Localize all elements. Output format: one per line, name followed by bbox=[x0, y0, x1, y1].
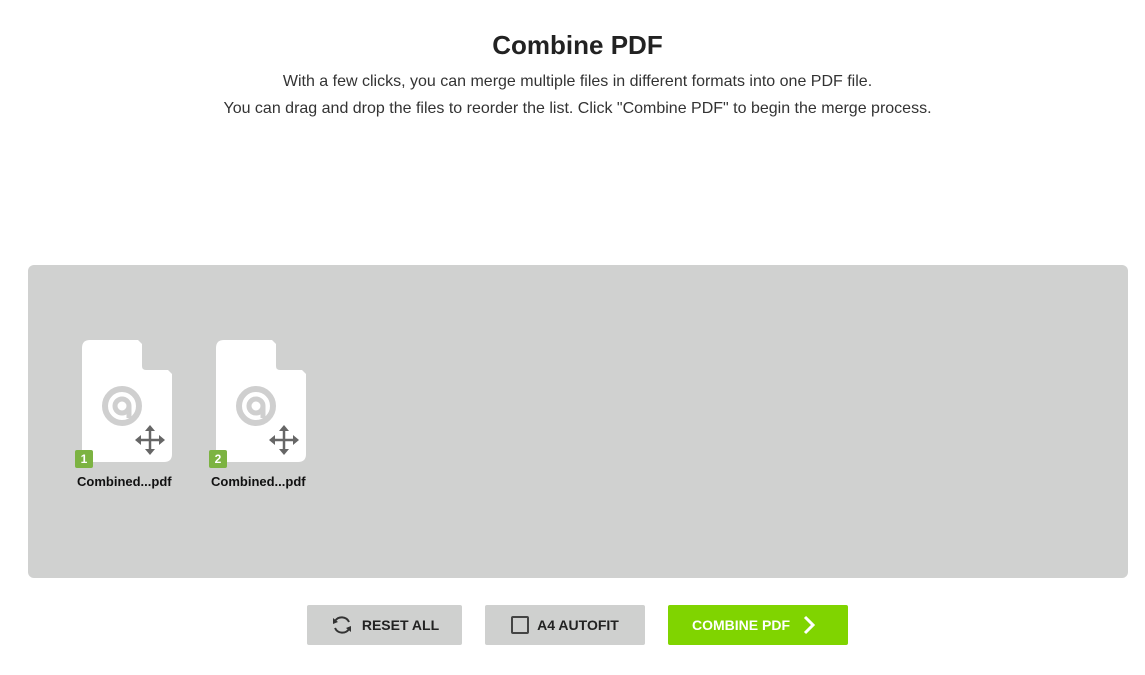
file-dropzone[interactable]: 1 Combined...pdf 2 Combined...pdf bbox=[28, 265, 1128, 578]
file-pdf-icon bbox=[82, 340, 172, 462]
description-line-2: You can drag and drop the files to reord… bbox=[223, 100, 932, 117]
checkbox-icon bbox=[511, 616, 530, 634]
file-name-label: Combined...pdf bbox=[77, 474, 172, 489]
file-index-badge: 2 bbox=[209, 450, 227, 468]
combine-pdf-button[interactable]: COMBINE PDF bbox=[668, 605, 848, 645]
combine-pdf-label: COMBINE PDF bbox=[692, 617, 790, 633]
file-index-badge: 1 bbox=[75, 450, 93, 468]
reset-all-label: RESET ALL bbox=[361, 617, 440, 633]
file-name-label: Combined...pdf bbox=[211, 474, 306, 489]
description-line-1: With a few clicks, you can merge multipl… bbox=[282, 73, 873, 90]
file-pdf-icon bbox=[216, 340, 306, 462]
reset-all-button[interactable]: RESET ALL bbox=[307, 605, 462, 645]
file-card-1[interactable]: 1 Combined...pdf bbox=[72, 340, 182, 490]
a4-autofit-label: A4 AUTOFIT bbox=[537, 617, 619, 633]
chevron-right-icon bbox=[802, 615, 816, 635]
refresh-icon bbox=[330, 613, 354, 637]
file-card-2[interactable]: 2 Combined...pdf bbox=[206, 340, 316, 490]
page-title: Combine PDF bbox=[492, 30, 663, 60]
a4-autofit-toggle[interactable]: A4 AUTOFIT bbox=[485, 605, 645, 645]
